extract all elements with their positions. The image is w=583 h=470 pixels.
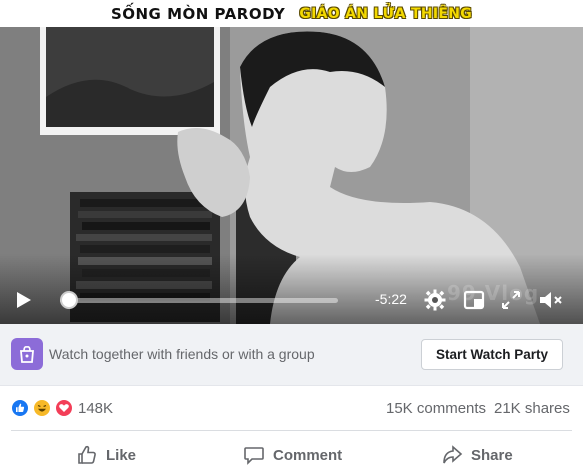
like-label: Like <box>106 446 137 464</box>
fullscreen-icon[interactable] <box>500 289 522 311</box>
video-title-banner: SỐNG MÒN PARODY GIÁO ÁN LỬA THIÊNG <box>0 0 583 27</box>
video-title: SỐNG MÒN PARODY <box>110 4 286 23</box>
comment-button[interactable]: Comment <box>243 440 342 470</box>
engagement-summary: 148K 15K comments 21K shares <box>0 386 583 430</box>
watch-party-prompt: Watch together with friends or with a gr… <box>49 346 315 362</box>
actions-divider <box>11 430 572 431</box>
like-button[interactable]: Like <box>76 440 136 470</box>
time-remaining: -5:22 <box>375 291 407 307</box>
start-watch-party-button[interactable]: Start Watch Party <box>421 339 563 370</box>
gear-icon[interactable] <box>424 289 446 311</box>
picture-in-picture-icon[interactable] <box>463 289 485 311</box>
comment-label: Comment <box>273 446 343 464</box>
watch-party-bar: Watch together with friends or with a gr… <box>0 324 583 386</box>
share-label: Share <box>471 446 513 464</box>
thumbs-up-icon <box>78 445 96 464</box>
love-reaction-icon[interactable] <box>54 398 74 418</box>
play-icon[interactable] <box>12 289 34 311</box>
like-reaction-icon[interactable] <box>10 398 30 418</box>
watch-party-icon <box>11 338 43 370</box>
progress-bar[interactable] <box>60 298 338 303</box>
progress-scrubber[interactable] <box>60 291 78 309</box>
share-icon <box>443 445 463 464</box>
volume-muted-icon[interactable] <box>538 289 564 311</box>
comment-icon <box>244 447 264 465</box>
haha-reaction-icon[interactable] <box>32 398 52 418</box>
channel-watermark: 99 Vlog <box>447 281 540 305</box>
video-title-highlight: GIÁO ÁN LỬA THIÊNG <box>299 5 473 22</box>
shares-count[interactable]: 21K shares <box>494 400 570 417</box>
video-player[interactable]: 99 Vlog -5:22 <box>0 27 583 324</box>
comments-count[interactable]: 15K comments <box>386 400 486 417</box>
share-button[interactable]: Share <box>441 440 513 470</box>
reactions-count[interactable]: 148K <box>78 400 113 417</box>
